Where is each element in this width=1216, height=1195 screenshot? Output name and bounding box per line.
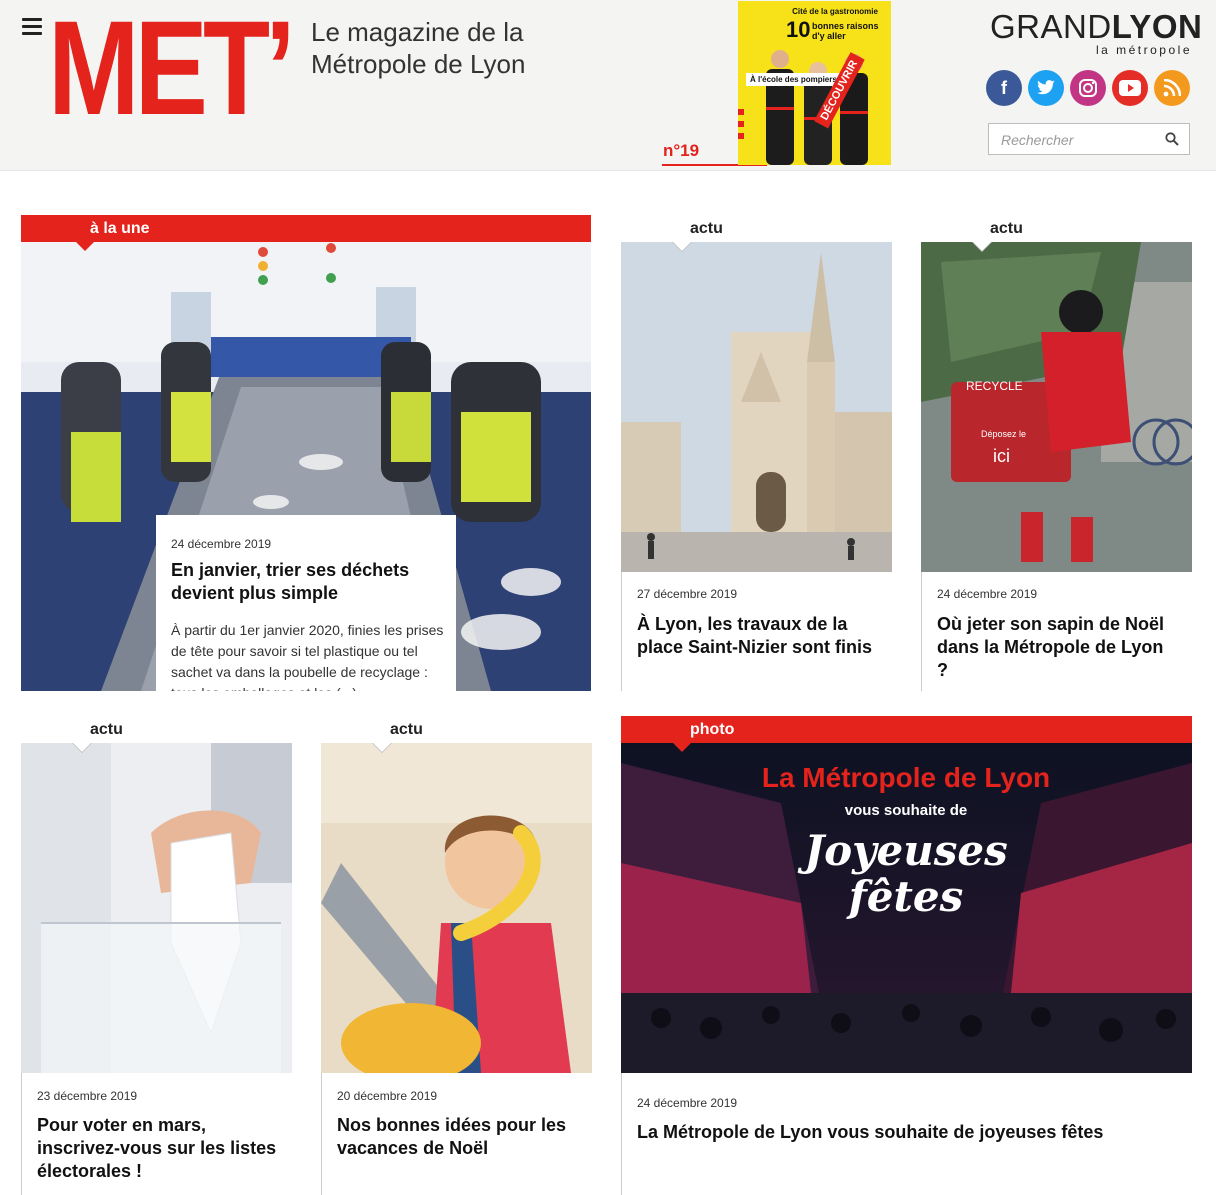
article-title[interactable]: Pour voter en mars, inscrivez-vous sur l… (37, 1114, 277, 1183)
article-image[interactable] (621, 242, 892, 572)
photo-article-card[interactable]: photo La Métropole de Lyon vous souhaite… (621, 716, 1192, 1195)
featured-article-card[interactable]: à la une 24 décembre 2019 En janvier, tr… (21, 215, 591, 691)
card-border (21, 1073, 22, 1195)
instagram-icon[interactable] (1070, 70, 1106, 106)
category-label: actu (390, 721, 423, 738)
article-card[interactable]: actu 27 décembre 2019 À Lyon, les travau… (621, 215, 892, 691)
tab-notch (75, 241, 95, 251)
card-border (621, 572, 622, 691)
tab-notch (72, 742, 92, 752)
article-image[interactable] (21, 743, 292, 1073)
article-date: 24 décembre 2019 (637, 1096, 738, 1110)
search-input[interactable] (989, 124, 1173, 156)
tab-notch (672, 742, 692, 752)
article-title[interactable]: À Lyon, les travaux de la place Saint-Ni… (637, 613, 877, 659)
category-tab: actu (21, 716, 292, 744)
rss-icon[interactable] (1154, 70, 1190, 106)
tab-notch (672, 241, 692, 251)
child-banana-photo (321, 743, 592, 1073)
fetes-photo: La Métropole de Lyon vous souhaite de Jo… (621, 743, 1192, 1073)
article-title[interactable]: Nos bonnes idées pour les vacances de No… (337, 1114, 577, 1160)
ballot-box-photo (21, 743, 292, 1073)
facebook-icon[interactable]: f (986, 70, 1022, 106)
category-label: actu (90, 721, 123, 738)
site-tagline: Le magazine de la Métropole de Lyon (311, 17, 526, 79)
featured-text-box[interactable]: 24 décembre 2019 En janvier, trier ses d… (156, 515, 456, 691)
category-tab: actu (621, 215, 892, 243)
article-image[interactable] (321, 743, 592, 1073)
grandlyon-logo[interactable]: GRANDLYON la métropole (990, 8, 1202, 58)
church-photo (621, 242, 892, 572)
youtube-icon[interactable] (1112, 70, 1148, 106)
category-tab: actu (921, 215, 1192, 243)
photo-text-2: vous souhaite de (845, 802, 968, 819)
brand-bold: LYON (1111, 8, 1203, 45)
article-image[interactable]: RECYCLE Déposez le ici (921, 242, 1192, 572)
cover-tag: À l'école des pompiers (746, 73, 841, 86)
featured-image[interactable]: 24 décembre 2019 En janvier, trier ses d… (21, 242, 591, 691)
sign-text-3: ici (993, 446, 1010, 466)
card-border (321, 1073, 322, 1195)
article-card[interactable]: actu 20 décembre 2019 Nos bonnes idées p… (321, 716, 592, 1195)
article-title[interactable]: En janvier, trier ses déchets devient pl… (171, 559, 441, 605)
article-card[interactable]: actu 23 décembre 2019 Pour voter en mars… (21, 716, 292, 1195)
twitter-icon[interactable] (1028, 70, 1064, 106)
tab-notch (972, 241, 992, 251)
category-tab: photo (621, 716, 1192, 744)
tab-notch (372, 742, 392, 752)
magazine-cover[interactable]: Cité de la gastronomie 10 bonnes raisons… (738, 1, 891, 165)
site-header: MET’ Le magazine de la Métropole de Lyon… (0, 0, 1216, 171)
article-title[interactable]: La Métropole de Lyon vous souhaite de jo… (637, 1121, 1177, 1144)
menu-icon[interactable] (22, 18, 42, 35)
cover-decoration (738, 109, 744, 115)
category-label: actu (990, 220, 1023, 237)
category-label: actu (690, 220, 723, 237)
article-title[interactable]: Où jeter son sapin de Noël dans la Métro… (937, 613, 1177, 682)
category-label: à la une (90, 220, 150, 237)
photo-text-4: fêtes (846, 872, 964, 921)
article-date: 24 décembre 2019 (171, 537, 272, 551)
category-label: photo (690, 721, 735, 738)
article-excerpt: À partir du 1er janvier 2020, finies les… (171, 622, 444, 691)
issue-number[interactable]: n°19 (663, 141, 699, 161)
christmas-tree-photo: RECYCLE Déposez le ici (921, 242, 1192, 572)
photo-text-1: La Métropole de Lyon (762, 762, 1050, 793)
article-image[interactable]: La Métropole de Lyon vous souhaite de Jo… (621, 743, 1192, 1073)
search-icon[interactable] (1165, 132, 1179, 146)
sign-text-1: RECYCLE (966, 379, 1023, 393)
category-tab: actu (321, 716, 592, 744)
photo-text-3: Joyeuses (797, 826, 1008, 875)
article-date: 27 décembre 2019 (637, 587, 738, 601)
search-box (988, 123, 1190, 156)
cover-top-line: Cité de la gastronomie (792, 7, 878, 16)
article-card[interactable]: actu RECYCLE Déposez le ici 24 décembre … (921, 215, 1192, 691)
brand-sub: la métropole (1095, 43, 1192, 57)
article-date: 23 décembre 2019 (37, 1089, 138, 1103)
site-logo[interactable]: MET’ (48, 2, 296, 136)
card-border (921, 572, 922, 691)
social-links: f (986, 70, 1190, 106)
article-date: 24 décembre 2019 (937, 587, 1038, 601)
article-date: 20 décembre 2019 (337, 1089, 438, 1103)
card-border (621, 1073, 622, 1195)
category-tab: à la une (21, 215, 591, 243)
brand-light: GRAND (990, 8, 1112, 45)
sign-text-2: Déposez le (981, 429, 1026, 439)
